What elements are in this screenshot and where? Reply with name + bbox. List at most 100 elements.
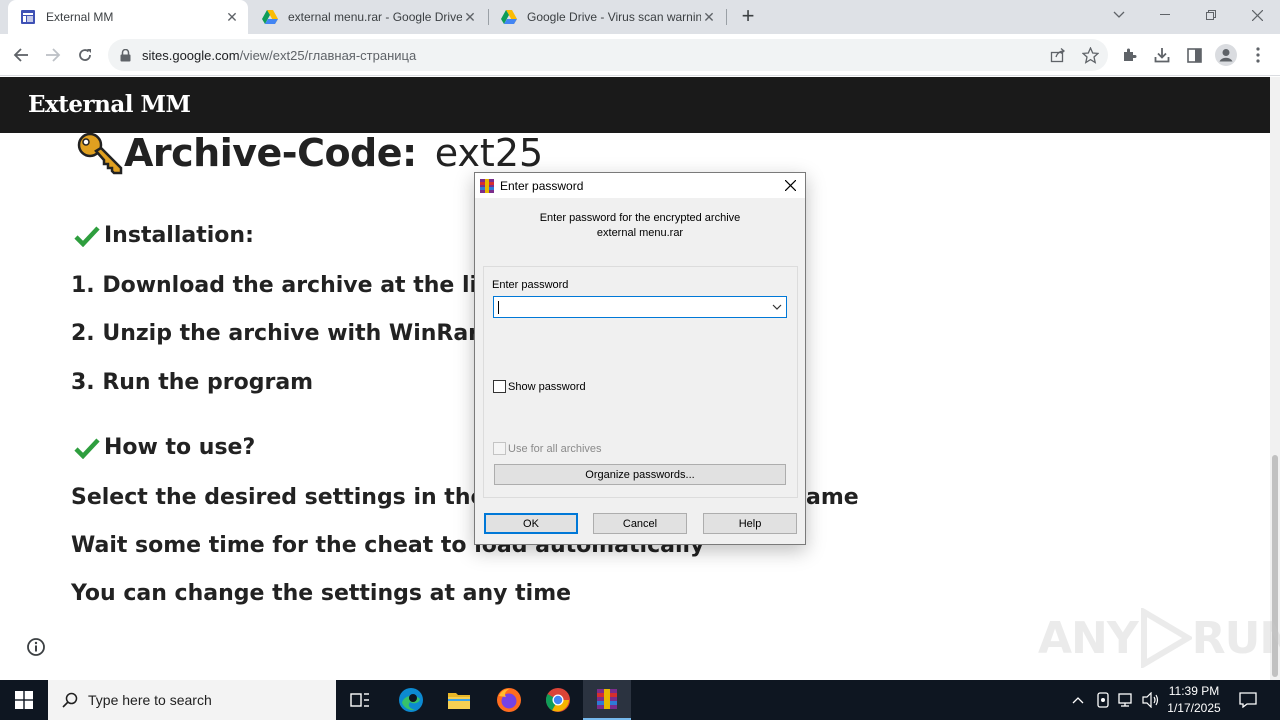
chevron-down-icon[interactable] — [771, 301, 783, 313]
checkmark-icon — [74, 437, 100, 459]
search-icon — [62, 692, 78, 708]
share-icon[interactable] — [1045, 42, 1071, 68]
site-title[interactable]: External MM — [28, 91, 191, 118]
taskbar-file-explorer[interactable] — [435, 680, 483, 720]
chrome-icon — [545, 688, 570, 712]
enter-password-dialog: Enter password Enter password for the en… — [474, 172, 806, 545]
winrar-icon — [597, 689, 617, 709]
search-placeholder: Type here to search — [88, 692, 212, 708]
dialog-message-line1: Enter password for the encrypted archive — [539, 212, 741, 224]
clock-time: 11:39 PM — [1168, 684, 1220, 698]
usage-select-settings-end: ame — [806, 485, 859, 510]
dialog-titlebar[interactable]: Enter password — [475, 173, 805, 198]
installation-heading-text: Installation: — [104, 223, 254, 248]
browser-toolbar: sites.google.com/view/ext25/главная-стра… — [0, 34, 1280, 76]
system-clock[interactable]: 11:39 PM 1/17/2025 — [1158, 683, 1230, 717]
extensions-icon[interactable] — [1117, 42, 1143, 68]
task-view-icon — [350, 693, 369, 707]
address-bar[interactable]: sites.google.com/view/ext25/главная-стра… — [108, 39, 1108, 71]
usage-change-settings: You can change the settings at any time — [71, 581, 572, 606]
minimize-icon[interactable] — [1142, 0, 1188, 30]
step-unzip: 2. Unzip the archive with WinRar — [71, 321, 480, 346]
help-button[interactable]: Help — [703, 513, 797, 534]
url-path: /view/ext25/главная-страница — [239, 47, 417, 63]
close-tab-icon[interactable]: ✕ — [224, 9, 240, 25]
show-password-label[interactable]: Show password — [508, 381, 586, 393]
password-input[interactable] — [493, 296, 787, 318]
dialog-message: Enter password for the encrypted archive… — [475, 211, 805, 241]
taskbar-search[interactable]: Type here to search — [48, 680, 336, 720]
tab-google-drive-virus-scan[interactable]: Google Drive - Virus scan warnin ✕ — [489, 0, 725, 34]
checkbox-box — [493, 442, 506, 455]
network-icon[interactable] — [1116, 680, 1138, 720]
cancel-button[interactable]: Cancel — [593, 513, 687, 534]
taskbar-firefox[interactable] — [485, 680, 533, 720]
howto-heading-text: How to use? — [104, 435, 256, 460]
site-header: External MM — [0, 77, 1270, 133]
url-host: sites.google.com — [142, 47, 240, 63]
security-tray-icon[interactable] — [1092, 680, 1114, 720]
windows-taskbar: Type here to search 11:39 PM 1/17/2025 — [0, 680, 1280, 720]
url-text[interactable]: sites.google.com/view/ext25/главная-стра… — [142, 48, 1108, 63]
archive-code-value: ext25 — [434, 133, 544, 175]
ok-button[interactable]: OK — [484, 513, 578, 534]
google-drive-icon — [501, 10, 517, 24]
watermark-left: ANY — [1038, 612, 1139, 664]
taskbar-winrar[interactable] — [583, 680, 631, 720]
tab-title: Google Drive - Virus scan warnin — [527, 10, 701, 24]
installation-heading: Installation: — [74, 223, 254, 248]
step-run: 3. Run the program — [71, 370, 314, 395]
organize-passwords-button[interactable]: Organize passwords... — [494, 464, 786, 485]
page-scrollbar[interactable] — [1270, 77, 1280, 680]
tab-external-mm[interactable]: External MM ✕ — [8, 0, 248, 34]
key-icon — [77, 133, 123, 175]
use-for-all-archives-label: Use for all archives — [508, 442, 602, 455]
howto-heading: How to use? — [74, 435, 255, 460]
password-field-label: Enter password — [492, 279, 569, 291]
taskbar-edge[interactable] — [387, 680, 435, 720]
dialog-archive-name: external menu.rar — [596, 227, 684, 239]
new-tab-button[interactable]: + — [736, 5, 760, 29]
tab-title: External MM — [46, 10, 114, 24]
use-for-all-archives-checkbox: Use for all archives — [493, 442, 602, 455]
text-caret — [498, 301, 499, 314]
tray-overflow-chevron-icon[interactable] — [1068, 680, 1088, 720]
restore-icon[interactable] — [1188, 0, 1234, 30]
close-tab-icon[interactable]: ✕ — [701, 9, 717, 25]
forward-icon[interactable] — [40, 42, 66, 68]
play-logo-icon — [1140, 608, 1192, 668]
tab-search-icon[interactable] — [1096, 0, 1142, 30]
profile-avatar-icon[interactable] — [1213, 42, 1239, 68]
watermark-right: RUN — [1191, 612, 1280, 664]
bookmark-star-icon[interactable] — [1077, 42, 1103, 68]
notification-icon[interactable] — [1234, 680, 1262, 720]
close-window-icon[interactable] — [1234, 0, 1280, 30]
info-icon[interactable] — [26, 637, 46, 657]
edge-icon — [399, 688, 423, 712]
usage-select-settings: Select the desired settings in the " — [71, 485, 505, 510]
firefox-icon — [497, 688, 521, 712]
tab-separator — [726, 9, 727, 25]
reload-icon[interactable] — [72, 42, 98, 68]
lock-icon[interactable] — [120, 48, 134, 62]
back-icon[interactable] — [8, 42, 34, 68]
clock-date: 1/17/2025 — [1167, 701, 1221, 715]
step-download: 1. Download the archive at the lin — [71, 273, 493, 298]
start-button[interactable] — [0, 680, 48, 720]
tab-google-drive-file[interactable]: external menu.rar - Google Drive ✕ — [250, 0, 486, 34]
archive-code-heading: Archive-Code: ext25 — [76, 133, 543, 175]
tab-title: external menu.rar - Google Drive — [288, 10, 462, 24]
side-panel-icon[interactable] — [1181, 42, 1207, 68]
google-drive-icon — [262, 10, 278, 24]
menu-kebab-icon[interactable] — [1245, 42, 1271, 68]
task-view-button[interactable] — [336, 680, 384, 720]
close-tab-icon[interactable]: ✕ — [462, 9, 478, 25]
winrar-icon — [480, 178, 494, 193]
taskbar-chrome[interactable] — [534, 680, 582, 720]
archive-code-label: Archive-Code: — [124, 133, 417, 175]
show-password-checkbox[interactable]: Show password — [493, 380, 586, 393]
dialog-close-icon[interactable] — [775, 173, 805, 198]
checkbox-box[interactable] — [493, 380, 506, 393]
download-icon[interactable] — [1149, 42, 1175, 68]
dialog-title: Enter password — [500, 178, 584, 193]
